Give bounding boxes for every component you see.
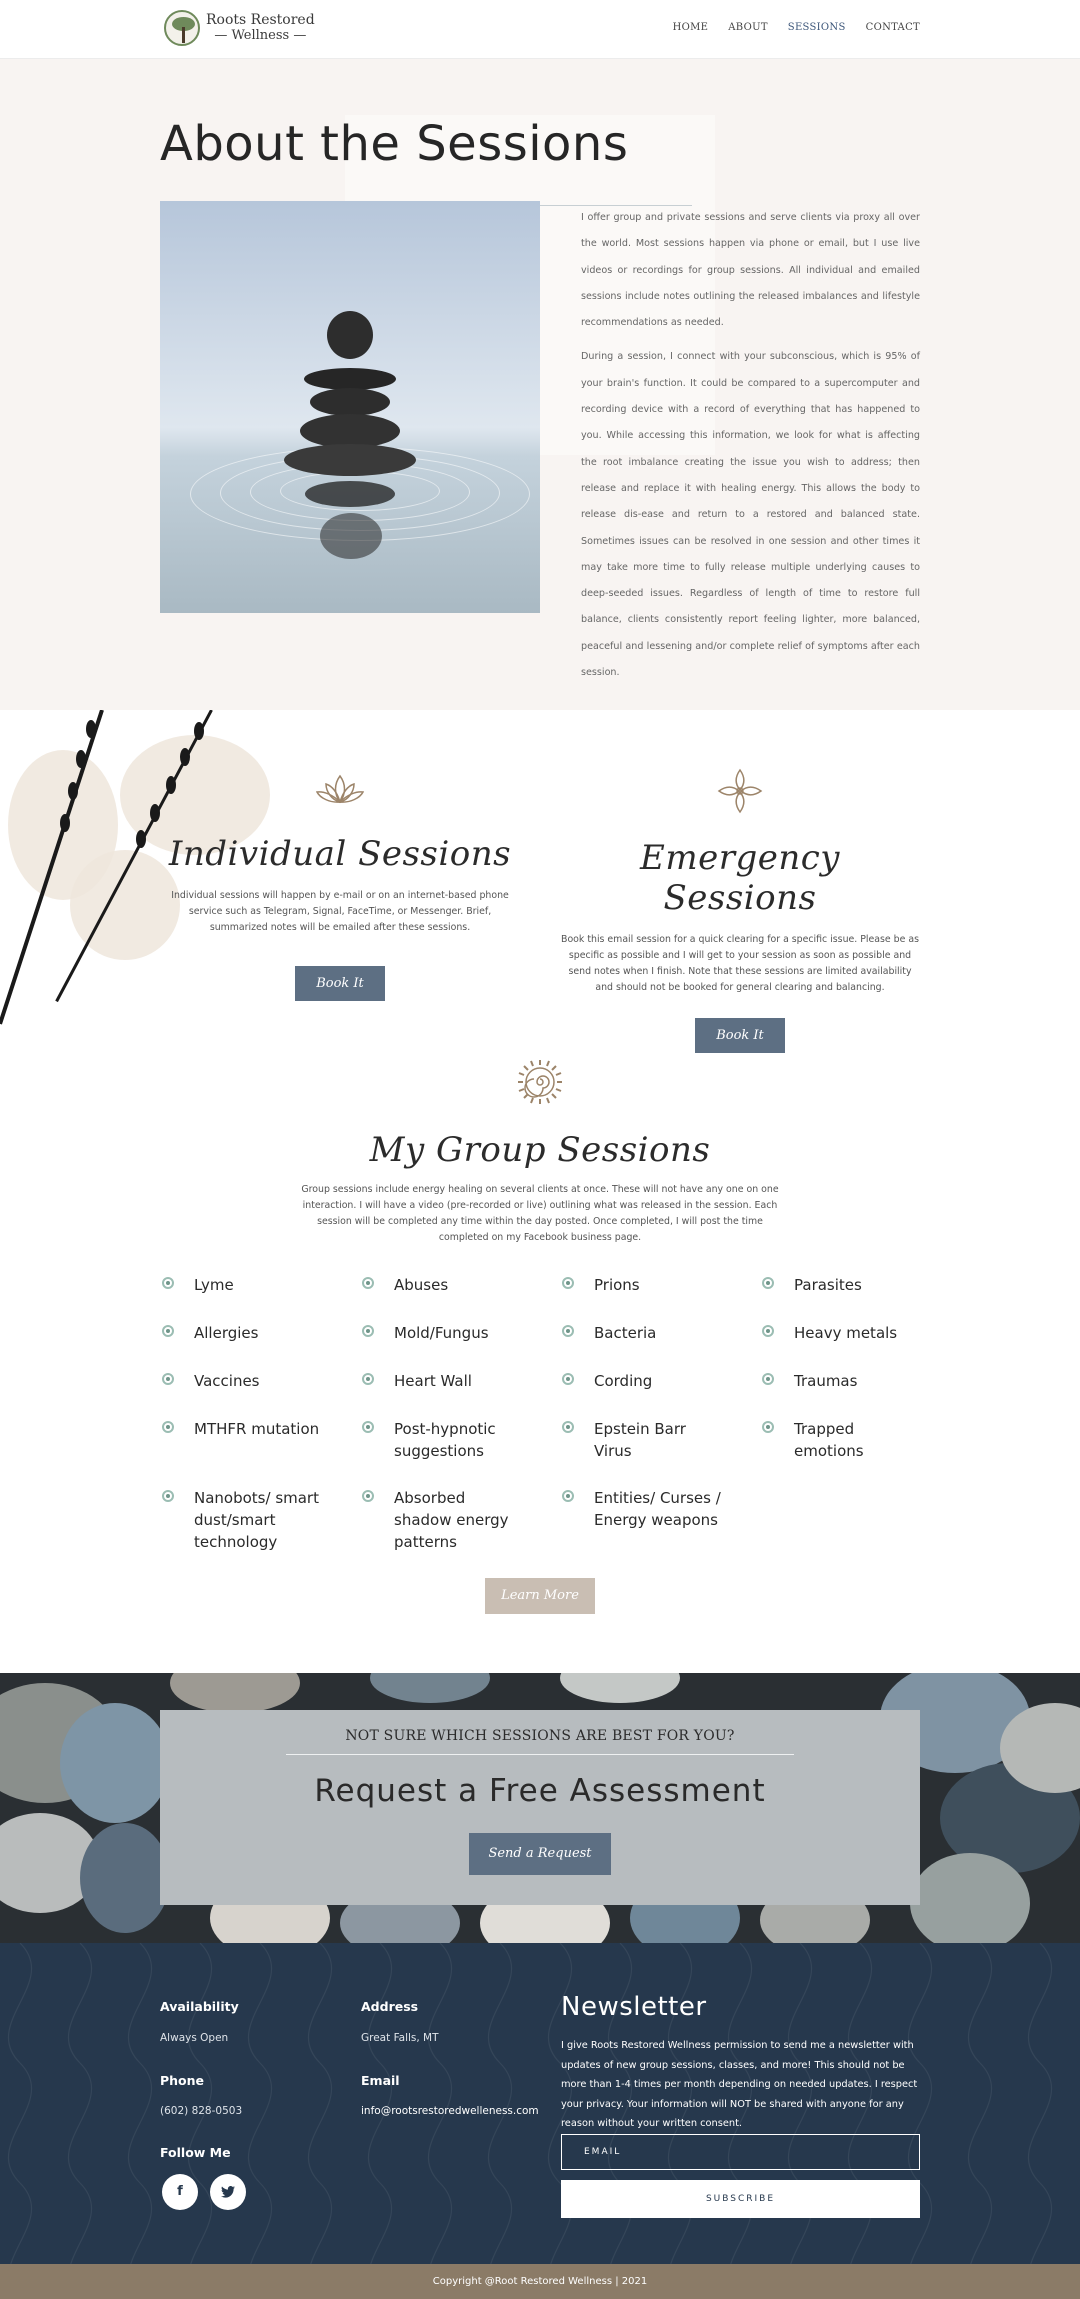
group-sessions-block: My Group Sessions Group sessions include…: [295, 1040, 785, 1246]
list-item: Prions: [562, 1274, 744, 1296]
list-item: Lyme: [162, 1274, 344, 1296]
learn-more-button[interactable]: Learn More: [485, 1578, 595, 1614]
group-title: My Group Sessions: [369, 1130, 711, 1170]
twitter-icon[interactable]: [210, 2174, 246, 2210]
tree-logo-icon: [164, 10, 200, 46]
email-label: Email: [361, 2073, 400, 2088]
bullet-icon: [562, 1325, 574, 1337]
list-item: Nanobots/ smart dust/smart technology: [162, 1487, 324, 1553]
individual-title: Individual Sessions: [168, 834, 512, 874]
bullet-icon: [562, 1421, 574, 1433]
newsletter-email-input[interactable]: [561, 2134, 920, 2170]
bullet-icon: [162, 1277, 174, 1289]
list-item: Epstein Barr Virus: [562, 1418, 704, 1462]
bullet-icon: [362, 1325, 374, 1337]
list-item: Bacteria: [562, 1322, 744, 1344]
site-header: Roots Restored — Wellness — HOME ABOUT S…: [0, 0, 1080, 59]
nav-home[interactable]: HOME: [673, 22, 709, 33]
subscribe-button[interactable]: SUBSCRIBE: [561, 2180, 920, 2218]
assessment-title: Request a Free Assessment: [314, 1773, 766, 1809]
list-item: Allergies: [162, 1322, 344, 1344]
lotus-icon: [315, 774, 365, 804]
about-paragraph-2: During a session, I connect with your su…: [581, 351, 920, 679]
individual-book-button[interactable]: Book It: [295, 966, 385, 1001]
bullet-icon: [362, 1277, 374, 1289]
availability-value: Always Open: [160, 2032, 229, 2044]
individual-description: Individual sessions will happen by e-mai…: [171, 890, 509, 933]
list-item: Mold/Fungus: [362, 1322, 544, 1344]
list-item: Traumas: [762, 1370, 944, 1392]
brand-line1: Roots Restored: [206, 12, 315, 28]
list-item: Abuses: [362, 1274, 544, 1296]
list-item: Trapped emotions: [762, 1418, 884, 1462]
brand-name: Roots Restored — Wellness —: [206, 12, 315, 44]
group-description: Group sessions include energy healing on…: [301, 1184, 779, 1243]
about-paragraph-1: I offer group and private sessions and s…: [581, 212, 920, 329]
availability-label: Availability: [160, 1999, 239, 2014]
list-item: Entities/ Curses / Energy weapons: [562, 1487, 724, 1531]
bullet-icon: [162, 1373, 174, 1385]
bullet-icon: [362, 1373, 374, 1385]
bullet-icon: [762, 1325, 774, 1337]
emergency-description: Book this email session for a quick clea…: [561, 934, 919, 993]
free-assessment-card: NOT SURE WHICH SESSIONS ARE BEST FOR YOU…: [160, 1710, 920, 1905]
assessment-eyebrow: NOT SURE WHICH SESSIONS ARE BEST FOR YOU…: [345, 1728, 735, 1744]
bullet-icon: [562, 1373, 574, 1385]
list-item: Cording: [562, 1370, 744, 1392]
list-item: Heavy metals: [762, 1322, 944, 1344]
list-item: MTHFR mutation: [162, 1418, 344, 1440]
emergency-sessions-card: Emergency Sessions Book this email sessi…: [560, 766, 920, 1053]
bullet-icon: [162, 1490, 174, 1502]
bullet-icon: [362, 1490, 374, 1502]
list-item: Heart Wall: [362, 1370, 544, 1392]
main-nav: HOME ABOUT SESSIONS CONTACT: [673, 22, 920, 33]
list-item: Absorbed shadow energy patterns: [362, 1487, 509, 1553]
send-request-button[interactable]: Send a Request: [469, 1833, 611, 1875]
bullet-icon: [162, 1325, 174, 1337]
newsletter-consent-text: I give Roots Restored Wellness permissio…: [561, 2040, 918, 2129]
bullet-icon: [762, 1373, 774, 1385]
phone-label: Phone: [160, 2073, 205, 2088]
stacked-stones-image: [160, 201, 540, 613]
nav-contact[interactable]: CONTACT: [866, 22, 920, 33]
bullet-icon: [762, 1421, 774, 1433]
page-title: About the Sessions: [160, 116, 629, 172]
newsletter-title: Newsletter: [561, 1992, 707, 2022]
list-item: Post-hypnotic suggestions: [362, 1418, 504, 1462]
email-link[interactable]: info@rootsrestoredwelleness.com: [361, 2105, 539, 2117]
individual-sessions-card: Individual Sessions Individual sessions …: [160, 772, 520, 1001]
phone-value[interactable]: (602) 828-0503: [160, 2105, 242, 2117]
brand-logo[interactable]: Roots Restored — Wellness —: [164, 10, 315, 46]
facebook-icon[interactable]: f: [162, 2174, 198, 2210]
brand-line2: — Wellness —: [214, 28, 307, 43]
assessment-divider: [286, 1754, 794, 1755]
nav-about[interactable]: ABOUT: [728, 22, 768, 33]
list-item: Parasites: [762, 1274, 944, 1296]
bullet-icon: [362, 1421, 374, 1433]
flower-icon: [717, 768, 763, 814]
list-item: Vaccines: [162, 1370, 344, 1392]
emergency-title: Emergency Sessions: [640, 838, 840, 918]
address-value: Great Falls, MT: [361, 2032, 439, 2044]
bullet-icon: [562, 1277, 574, 1289]
bullet-icon: [562, 1490, 574, 1502]
follow-label: Follow Me: [160, 2145, 231, 2160]
about-body: I offer group and private sessions and s…: [581, 205, 920, 694]
copyright-bar: Copyright @Root Restored Wellness | 2021: [0, 2264, 1080, 2299]
bullet-icon: [762, 1277, 774, 1289]
nav-sessions[interactable]: SESSIONS: [788, 22, 846, 33]
bullet-icon: [162, 1421, 174, 1433]
address-label: Address: [361, 1999, 419, 2014]
spiral-sun-icon: [518, 1060, 562, 1104]
